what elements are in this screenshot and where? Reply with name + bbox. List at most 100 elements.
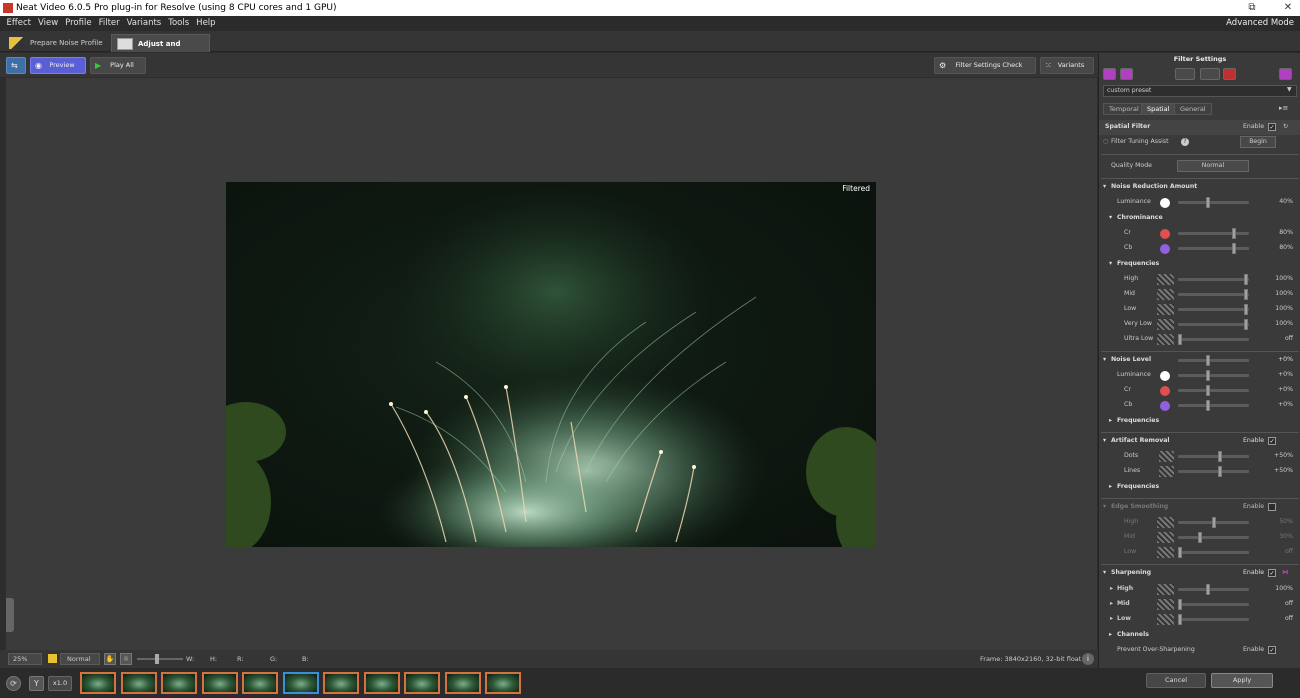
frame-thumbnail[interactable] bbox=[161, 672, 197, 694]
edge-2-slider[interactable] bbox=[1178, 547, 1249, 558]
sharpening-enable-checkbox[interactable]: ✓ bbox=[1268, 569, 1276, 577]
edge-1-value[interactable]: 30% bbox=[1279, 533, 1293, 540]
freq-4-value[interactable]: off bbox=[1285, 335, 1293, 342]
edge-enable-checkbox[interactable] bbox=[1268, 503, 1276, 511]
tab-prepare-noise-profile[interactable]: Prepare Noise Profile bbox=[4, 34, 108, 52]
luminance-value[interactable]: 40% bbox=[1279, 198, 1293, 205]
edge-smoothing-header[interactable]: ▾ Edge Smoothing Enable bbox=[1099, 500, 1300, 515]
dots-value[interactable]: +50% bbox=[1274, 452, 1293, 459]
frame-thumbnail[interactable] bbox=[201, 672, 238, 694]
cr-slider[interactable] bbox=[1178, 228, 1249, 239]
menu-variants[interactable]: Variants bbox=[123, 16, 165, 31]
reset-icon[interactable] bbox=[1223, 68, 1236, 80]
menu-profile[interactable]: Profile bbox=[62, 16, 95, 31]
frequencies-header[interactable]: ▾ Frequencies bbox=[1099, 257, 1300, 272]
edge-0-slider[interactable] bbox=[1178, 517, 1249, 528]
redo-icon[interactable] bbox=[1200, 68, 1220, 80]
chrominance-header[interactable]: ▾ Chrominance bbox=[1099, 211, 1300, 226]
freq-2-value[interactable]: 100% bbox=[1275, 305, 1293, 312]
frame-thumbnail[interactable] bbox=[485, 672, 521, 694]
sharp-2-slider[interactable] bbox=[1178, 614, 1249, 625]
frame-thumbnail[interactable] bbox=[120, 672, 157, 694]
sharp-1-value[interactable]: off bbox=[1285, 600, 1293, 607]
menu-help[interactable]: Help bbox=[193, 16, 219, 31]
speed-button[interactable]: x1.0 bbox=[48, 676, 72, 691]
frame-thumbnail[interactable] bbox=[80, 672, 116, 694]
sharp-2-value[interactable]: off bbox=[1285, 615, 1293, 622]
frame-thumbnail[interactable] bbox=[242, 672, 278, 694]
noise-level-1-slider[interactable] bbox=[1178, 385, 1249, 396]
noise-level-0-value[interactable]: +0% bbox=[1278, 371, 1293, 378]
freq-3-slider[interactable] bbox=[1178, 319, 1249, 330]
filter-icon[interactable]: Y bbox=[29, 676, 44, 691]
artifact-enable-checkbox[interactable]: ✓ bbox=[1268, 437, 1276, 445]
variants-button[interactable]: ⁙ Variants bbox=[1040, 57, 1094, 74]
noise-level-1-value[interactable]: +0% bbox=[1278, 386, 1293, 393]
freq-2-slider[interactable] bbox=[1178, 304, 1249, 315]
noise-reduction-header[interactable]: ▾ Noise Reduction Amount bbox=[1099, 180, 1300, 195]
menu-view[interactable]: View bbox=[34, 16, 61, 31]
brightness-slider[interactable] bbox=[137, 654, 183, 664]
brightness-icon[interactable]: ☼ bbox=[120, 653, 132, 665]
tab-general[interactable]: General bbox=[1174, 103, 1212, 115]
lines-slider[interactable] bbox=[1178, 466, 1249, 477]
side-handle[interactable] bbox=[6, 598, 14, 632]
prevent-enable-checkbox[interactable]: ✓ bbox=[1268, 646, 1276, 654]
luminance-slider[interactable] bbox=[1178, 197, 1249, 208]
apply-button[interactable]: Apply bbox=[1211, 673, 1273, 688]
freq-1-value[interactable]: 100% bbox=[1275, 290, 1293, 297]
spatial-enable-checkbox[interactable]: ✓ bbox=[1268, 123, 1276, 131]
noise-level-slider[interactable] bbox=[1178, 355, 1249, 366]
tab-temporal[interactable]: Temporal bbox=[1103, 103, 1145, 115]
hand-icon[interactable]: ✋ bbox=[104, 653, 116, 665]
sharpening-mode-icon[interactable]: ⋈ bbox=[1282, 569, 1288, 576]
view-mode-select[interactable]: Normal bbox=[60, 653, 100, 665]
compare-icon[interactable]: ⇆ bbox=[6, 57, 26, 74]
save-preset-icon[interactable] bbox=[1120, 68, 1133, 80]
help-icon[interactable] bbox=[1279, 68, 1292, 80]
tab-menu-icon[interactable]: ▸≡ bbox=[1279, 104, 1288, 112]
close-button[interactable]: ✕ bbox=[1280, 0, 1296, 16]
cb-value[interactable]: 80% bbox=[1279, 244, 1293, 251]
freq-1-slider[interactable] bbox=[1178, 289, 1249, 300]
noise-level-2-value[interactable]: +0% bbox=[1278, 401, 1293, 408]
quality-mode-select[interactable]: Normal bbox=[1177, 160, 1249, 172]
video-frame[interactable]: Filtered bbox=[226, 182, 876, 547]
channels-header[interactable]: ▸ Channels bbox=[1099, 628, 1300, 643]
refresh-icon[interactable]: ⟳ bbox=[6, 676, 21, 691]
edge-1-slider[interactable] bbox=[1178, 532, 1249, 543]
sharp-1-slider[interactable] bbox=[1178, 599, 1249, 610]
freq-0-value[interactable]: 100% bbox=[1275, 275, 1293, 282]
dots-slider[interactable] bbox=[1178, 451, 1249, 462]
cb-slider[interactable] bbox=[1178, 243, 1249, 254]
freq-0-slider[interactable] bbox=[1178, 274, 1249, 285]
frame-thumbnail[interactable] bbox=[404, 672, 440, 694]
info-icon[interactable]: i bbox=[1082, 653, 1094, 665]
noise-level-0-slider[interactable] bbox=[1178, 370, 1249, 381]
tab-adjust-and-preview[interactable]: Adjust and Preview bbox=[111, 34, 210, 66]
menu-effect[interactable]: Effect bbox=[3, 16, 34, 31]
sharp-0-value[interactable]: 100% bbox=[1275, 585, 1293, 592]
artifact-removal-header[interactable]: ▾ Artifact Removal Enable ✓ bbox=[1099, 434, 1300, 449]
noise-level-value[interactable]: +0% bbox=[1278, 356, 1293, 363]
filter-settings-check-button[interactable]: ⚙ Filter Settings Check bbox=[934, 57, 1036, 74]
reset-spatial-icon[interactable]: ↻ bbox=[1283, 123, 1288, 130]
preview-button[interactable]: ◉ Preview bbox=[30, 57, 86, 74]
begin-button[interactable]: Begin bbox=[1240, 136, 1276, 148]
sharp-0-slider[interactable] bbox=[1178, 584, 1249, 595]
nl-frequencies-header[interactable]: ▸ Frequencies bbox=[1099, 414, 1300, 429]
frame-thumbnail[interactable] bbox=[444, 672, 481, 694]
edge-0-value[interactable]: 50% bbox=[1279, 518, 1293, 525]
ar-frequencies-header[interactable]: ▸ Frequencies bbox=[1099, 480, 1300, 495]
frame-thumbnail[interactable] bbox=[282, 672, 319, 694]
menu-filter[interactable]: Filter bbox=[95, 16, 123, 31]
frame-thumbnail[interactable] bbox=[363, 672, 400, 694]
undo-icon[interactable] bbox=[1175, 68, 1195, 80]
restore-button[interactable]: ⧉ bbox=[1244, 0, 1260, 16]
sharpening-header[interactable]: ▾ Sharpening Enable ✓ ⋈ bbox=[1099, 566, 1300, 581]
preset-select[interactable]: custom preset bbox=[1103, 85, 1297, 97]
folder-icon[interactable] bbox=[48, 654, 57, 663]
lines-value[interactable]: +50% bbox=[1274, 467, 1293, 474]
tab-spatial[interactable]: Spatial bbox=[1141, 103, 1176, 115]
mode-label[interactable]: Advanced Mode bbox=[1226, 16, 1294, 31]
